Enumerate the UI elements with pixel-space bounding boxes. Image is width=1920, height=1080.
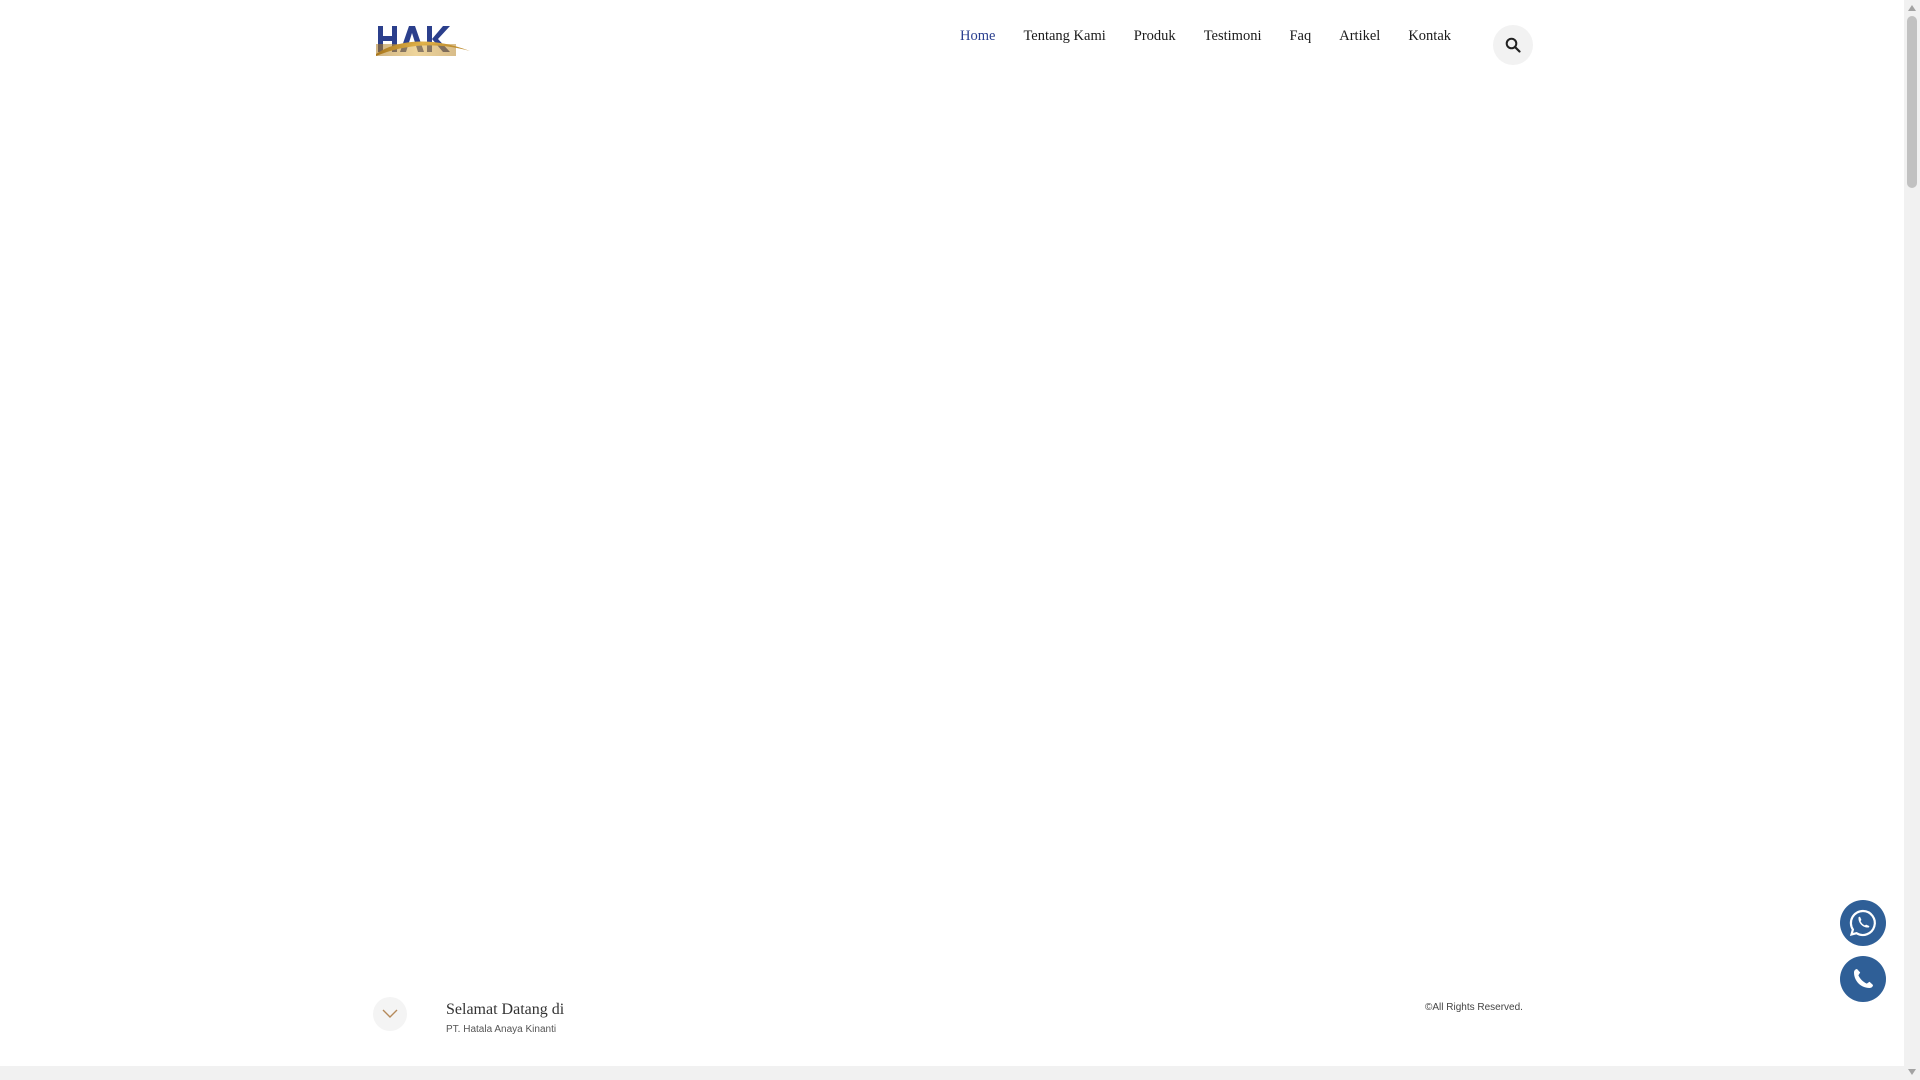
- nav-item-home[interactable]: Home: [960, 28, 995, 45]
- copyright-text: ©All Rights Reserved.: [1425, 1002, 1523, 1013]
- main-nav: Home Tentang Kami Produk Testimoni Faq A…: [960, 28, 1451, 45]
- nav-item-tentang-kami[interactable]: Tentang Kami: [1023, 28, 1105, 45]
- whatsapp-icon: [1849, 909, 1876, 937]
- scroll-up-arrow-icon[interactable]: [1904, 0, 1920, 16]
- site-header: Home Tentang Kami Produk Testimoni Faq A…: [0, 0, 1904, 80]
- nav-item-kontak[interactable]: Kontak: [1408, 28, 1451, 45]
- call-button[interactable]: [1840, 956, 1886, 1002]
- horizontal-scrollbar[interactable]: [0, 1066, 1904, 1080]
- search-icon: [1505, 37, 1521, 53]
- welcome-title: Selamat Datang di: [446, 1001, 565, 1018]
- nav-item-faq[interactable]: Faq: [1289, 28, 1311, 45]
- company-name: PT. Hatala Anaya Kinanti: [446, 1024, 557, 1035]
- nav-item-testimoni[interactable]: Testimoni: [1204, 28, 1262, 45]
- scroll-down-arrow-icon[interactable]: [1904, 1064, 1920, 1080]
- scroll-down-button[interactable]: [373, 997, 407, 1031]
- search-button[interactable]: [1493, 25, 1533, 65]
- whatsapp-button[interactable]: [1840, 900, 1886, 946]
- scrollbar-thumb[interactable]: [1907, 16, 1917, 188]
- nav-item-produk[interactable]: Produk: [1134, 28, 1176, 45]
- nav-item-artikel[interactable]: Artikel: [1339, 28, 1380, 45]
- chevron-down-icon: [382, 1009, 398, 1018]
- vertical-scrollbar[interactable]: [1904, 0, 1920, 1080]
- logo-icon: [376, 26, 470, 56]
- phone-icon: [1854, 969, 1873, 988]
- hero-welcome: Selamat Datang di PT. Hatala Anaya Kinan…: [446, 1000, 564, 1038]
- brand-logo[interactable]: [376, 24, 472, 56]
